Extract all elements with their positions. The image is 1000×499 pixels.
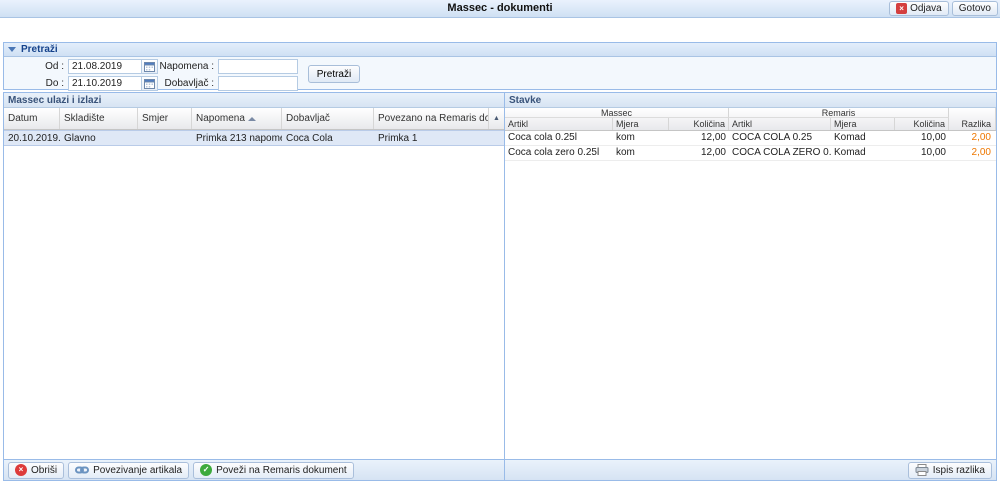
column-header-smjer[interactable]: Smjer — [138, 108, 192, 129]
item-row[interactable]: Coca cola 0.25l kom 12,00 COCA COLA 0.25… — [505, 131, 996, 146]
cell-remaris-kolicina: 10,00 — [920, 132, 946, 143]
cell-remaris-artikl: COCA COLA 0.25 — [732, 132, 813, 143]
cell-skladiste: Glavno — [64, 133, 96, 144]
header-buttons: × Odjava Gotovo — [889, 1, 998, 16]
document-row-selected[interactable]: 20.10.2019. Glavno Primka 213 napomena C… — [4, 130, 504, 146]
link-articles-button-label: Povezivanje artikala — [93, 464, 183, 476]
scrollbar-top[interactable]: ▲ — [489, 108, 504, 129]
link-remaris-button[interactable]: ✓ Poveži na Remaris dokument — [193, 461, 354, 479]
cell-remaris-mjera: Komad — [834, 132, 866, 143]
search-form: Od : Do : Napomena : Dobavljač : Pretraž… — [4, 57, 996, 91]
app-header: Massec - dokumenti × Odjava Gotovo — [0, 0, 1000, 18]
cell-massec-artikl: Coca cola 0.25l — [508, 132, 577, 143]
cell-povezano: Primka 1 — [378, 133, 418, 144]
column-header-label: Napomena — [196, 113, 245, 124]
column-header-povezano[interactable]: Povezano na Remaris dokument — [374, 108, 489, 129]
cell-spacer — [489, 131, 504, 145]
cell-massec-kolicina: 12,00 — [700, 147, 726, 158]
print-diff-button-label: Ispis razlika — [932, 464, 985, 476]
column-header-label: Datum — [8, 113, 38, 124]
cell-massec-kolicina: 12,00 — [700, 132, 726, 143]
search-panel: Pretraži Od : Do : Napomena : Dobavljač … — [3, 42, 997, 91]
delete-icon: × — [15, 464, 27, 476]
column-group-remaris: Remaris — [729, 108, 949, 118]
cell-remaris-kolicina: 10,00 — [920, 147, 946, 158]
link-remaris-button-label: Poveži na Remaris dokument — [216, 464, 347, 476]
column-header-label: Dobavljač — [286, 113, 330, 124]
dobavljac-label: Dobavljač : — [164, 78, 214, 89]
check-icon: ✓ — [200, 464, 213, 476]
documents-panel-title: Massec ulazi i izlazi — [4, 93, 504, 108]
logout-button[interactable]: × Odjava — [889, 1, 949, 16]
cell-massec-mjera: kom — [616, 132, 635, 143]
column-header-massec-mjera[interactable]: Mjera — [613, 118, 669, 130]
cell-massec-mjera: kom — [616, 147, 635, 158]
column-header-massec-artikl[interactable]: Artikl — [505, 118, 613, 130]
cell-smjer — [138, 131, 192, 145]
search-panel-title: Pretraži — [21, 44, 58, 55]
date-to-label: Do : — [45, 78, 64, 89]
delete-button-label: Obriši — [31, 464, 58, 476]
documents-toolbar: × Obriši Povezivanje artikala ✓ Poveži n… — [4, 459, 504, 480]
cell-napomena: Primka 213 napomena — [196, 133, 282, 144]
printer-icon — [915, 464, 929, 476]
cell-datum: 20.10.2019. — [8, 133, 60, 144]
items-toolbar: Ispis razlika — [505, 459, 996, 480]
cell-razlika: 2,00 — [971, 132, 991, 143]
search-button[interactable]: Pretraži — [308, 65, 360, 83]
documents-grid-body: 20.10.2019. Glavno Primka 213 napomena C… — [4, 130, 504, 459]
items-grid-header: Massec Remaris Razlika Artikl Mjera Koli… — [505, 108, 996, 131]
column-group-massec: Massec — [505, 108, 729, 118]
cell-dobavljac: Coca Cola — [286, 133, 333, 144]
done-button-label: Gotovo — [958, 3, 991, 14]
sort-asc-icon — [247, 116, 256, 121]
item-row[interactable]: Coca cola zero 0.25l kom 12,00 COCA COLA… — [505, 146, 996, 161]
date-from-input[interactable] — [68, 59, 142, 74]
documents-grid-header: Datum Skladište Smjer Napomena Dobavljač… — [4, 108, 504, 130]
column-header-label: Skladište — [64, 113, 105, 124]
done-button[interactable]: Gotovo — [951, 1, 998, 16]
column-header-skladiste[interactable]: Skladište — [60, 108, 138, 129]
link-icon — [75, 466, 90, 474]
items-panel-title: Stavke — [505, 93, 996, 108]
logout-icon: × — [896, 3, 908, 14]
print-diff-button[interactable]: Ispis razlika — [907, 461, 992, 479]
column-header-dobavljac[interactable]: Dobavljač — [282, 108, 374, 129]
napomena-input[interactable] — [218, 59, 298, 74]
main-area: Massec ulazi i izlazi Datum Skladište Sm… — [3, 92, 997, 481]
column-header-remaris-mjera[interactable]: Mjera — [831, 118, 895, 130]
link-articles-button[interactable]: Povezivanje artikala — [68, 461, 190, 479]
search-panel-header[interactable]: Pretraži — [4, 43, 996, 57]
items-panel: Stavke Massec Remaris Razlika Artikl Mje… — [505, 93, 996, 480]
column-header-label: Smjer — [142, 113, 169, 124]
column-header-remaris-kolicina[interactable]: Količina — [895, 118, 949, 130]
cell-massec-artikl: Coca cola zero 0.25l — [508, 147, 600, 158]
delete-button[interactable]: × Obriši — [8, 461, 65, 479]
column-header-massec-kolicina[interactable]: Količina — [669, 118, 729, 130]
dobavljac-input[interactable] — [218, 76, 298, 91]
cell-razlika: 2,00 — [971, 147, 991, 158]
scrollbar-up-icon: ▲ — [493, 115, 500, 122]
logout-button-label: Odjava — [910, 3, 942, 14]
cell-remaris-artikl: COCA COLA ZERO 0.25 — [732, 147, 831, 158]
column-header-datum[interactable]: Datum — [4, 108, 60, 129]
documents-panel: Massec ulazi i izlazi Datum Skladište Sm… — [4, 93, 505, 480]
page-title: Massec - dokumenti — [447, 2, 553, 14]
collapse-icon — [8, 47, 16, 52]
cell-remaris-mjera: Komad — [834, 147, 866, 158]
column-header-remaris-artikl[interactable]: Artikl — [729, 118, 831, 130]
column-header-napomena[interactable]: Napomena — [192, 108, 282, 129]
column-header-label: Povezano na Remaris dokument — [378, 113, 488, 124]
date-to-input[interactable] — [68, 76, 142, 91]
date-from-label: Od : — [45, 61, 64, 72]
column-header-razlika[interactable]: Razlika — [949, 108, 996, 130]
items-grid-body: Coca cola 0.25l kom 12,00 COCA COLA 0.25… — [505, 131, 996, 459]
app-window: Massec - dokumenti × Odjava Gotovo Pretr… — [0, 0, 1000, 499]
napomena-label: Napomena : — [159, 61, 214, 72]
